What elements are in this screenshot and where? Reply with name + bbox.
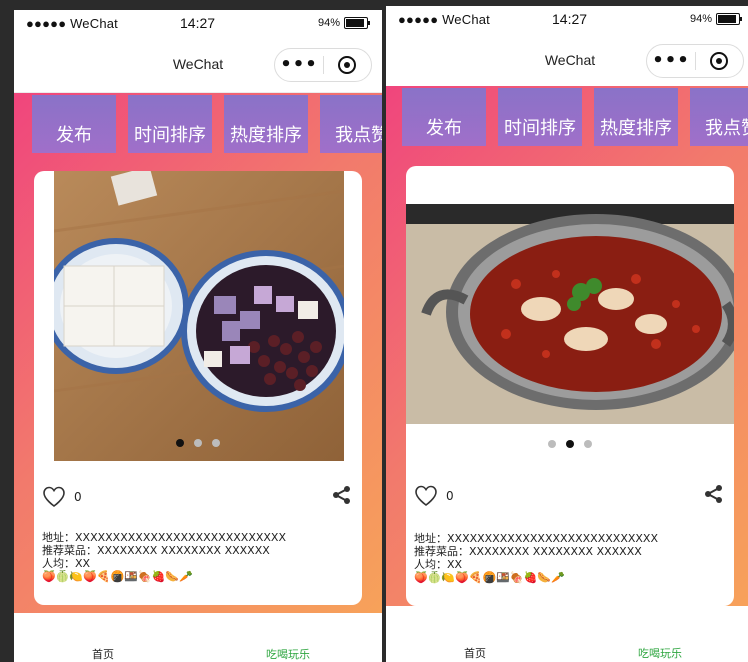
bottom-tab-home[interactable]: 首页 (464, 645, 486, 661)
bottom-tab-bar: 首页 吃喝玩乐 (386, 612, 748, 662)
carousel-dot[interactable] (176, 439, 184, 447)
post-info: 地址：XXXXXXXXXXXXXXXXXXXXXXXXXXXX 推荐菜品：XXX… (414, 532, 658, 584)
tab-sort-by-time[interactable]: 时间排序 (498, 88, 582, 146)
tab-my-likes[interactable]: 我点赞 (320, 95, 382, 153)
status-bar: ●●●●● WeChat 14:27 94% (14, 10, 382, 36)
carousel-dot[interactable] (584, 440, 592, 448)
nav-bar: WeChat ••• (14, 36, 382, 93)
carousel-indicator (406, 440, 734, 448)
carousel-dot[interactable] (548, 440, 556, 448)
carousel-dot[interactable] (194, 439, 202, 447)
battery-percent: 94% (689, 13, 712, 25)
bottom-tab-eat-drink-fun[interactable]: 吃喝玩乐 (638, 645, 682, 661)
food-emoji-row: 🍑🍈🍋🍑🍕🍘🍱🍖🍓🌭🥕 (414, 571, 565, 584)
bottom-tab-bar: 首页 吃喝玩乐 (14, 613, 382, 662)
bottom-tab-home[interactable]: 首页 (92, 646, 114, 662)
more-menu-icon[interactable]: ••• (275, 49, 323, 81)
tab-sort-by-popularity[interactable]: 热度排序 (594, 88, 678, 146)
post-actions: 0 (42, 483, 352, 511)
status-time: 14:27 (180, 15, 216, 31)
carrier-label: ●●●●● WeChat (26, 16, 118, 31)
like-count: 0 (446, 489, 454, 503)
post-actions: 0 (414, 482, 724, 510)
sort-tab-bar: 发布 时间排序 热度排序 我点赞 (386, 88, 748, 148)
carousel-dot[interactable] (566, 440, 574, 448)
close-miniprogram-icon[interactable] (324, 56, 370, 74)
share-icon[interactable] (332, 485, 352, 505)
tab-sort-by-time[interactable]: 时间排序 (128, 95, 212, 153)
miniprogram-capsule: ••• (274, 48, 372, 82)
battery-icon (344, 17, 370, 29)
like-count: 0 (74, 490, 82, 504)
nav-bar: WeChat ••• (386, 32, 748, 89)
phone-screen-left: ●●●●● WeChat 14:27 94% WeChat ••• 发布 时间排… (14, 10, 382, 662)
battery-indicator: 94% (317, 17, 370, 29)
battery-icon (716, 13, 742, 25)
post-info: 地址：XXXXXXXXXXXXXXXXXXXXXXXXXXXX 推荐菜品：XXX… (42, 531, 286, 583)
close-miniprogram-icon[interactable] (696, 52, 742, 70)
price-per-person-text: 人均：XX (42, 557, 91, 570)
food-emoji-row: 🍑🍈🍋🍑🍕🍘🍱🍖🍓🌭🥕 (42, 570, 193, 583)
sort-tab-bar: 发布 时间排序 热度排序 我点赞 (14, 95, 382, 155)
share-icon[interactable] (704, 484, 724, 504)
tab-publish[interactable]: 发布 (402, 88, 486, 146)
more-menu-icon[interactable]: ••• (647, 45, 695, 77)
carousel-dot[interactable] (212, 439, 220, 447)
post-photo[interactable] (406, 204, 734, 424)
tab-publish[interactable]: 发布 (32, 95, 116, 153)
address-text: 地址：XXXXXXXXXXXXXXXXXXXXXXXXXXXX (42, 531, 286, 544)
tab-sort-by-popularity[interactable]: 热度排序 (224, 95, 308, 153)
status-time: 14:27 (552, 11, 588, 27)
post-photo[interactable] (54, 171, 344, 461)
recommended-dishes-text: 推荐菜品：XXXXXXXX XXXXXXXX XXXXXX (42, 544, 270, 557)
post-card: 0 地址：XXXXXXXXXXXXXXXXXXXXXXXXXXXX 推荐菜品：X… (34, 171, 362, 605)
tab-my-likes[interactable]: 我点赞 (690, 88, 748, 146)
heart-icon[interactable] (414, 485, 438, 507)
bottom-tab-eat-drink-fun[interactable]: 吃喝玩乐 (266, 646, 310, 662)
main-content: 发布 时间排序 热度排序 我点赞 (386, 86, 748, 606)
carrier-label: ●●●●● WeChat (398, 12, 490, 27)
phone-screen-right: ●●●●● WeChat 14:27 94% WeChat ••• 发布 时间排… (386, 6, 748, 662)
price-per-person-text: 人均：XX (414, 558, 463, 571)
post-card: 0 地址：XXXXXXXXXXXXXXXXXXXXXXXXXXXX 推荐菜品：X… (406, 166, 734, 606)
miniprogram-capsule: ••• (646, 44, 744, 78)
status-bar: ●●●●● WeChat 14:27 94% (386, 6, 748, 32)
battery-percent: 94% (317, 17, 340, 29)
heart-icon[interactable] (42, 486, 66, 508)
battery-indicator: 94% (689, 13, 742, 25)
main-content: 发布 时间排序 热度排序 我点赞 (14, 93, 382, 613)
recommended-dishes-text: 推荐菜品：XXXXXXXX XXXXXXXX XXXXXX (414, 545, 642, 558)
carousel-indicator (34, 439, 362, 447)
address-text: 地址：XXXXXXXXXXXXXXXXXXXXXXXXXXXX (414, 532, 658, 545)
